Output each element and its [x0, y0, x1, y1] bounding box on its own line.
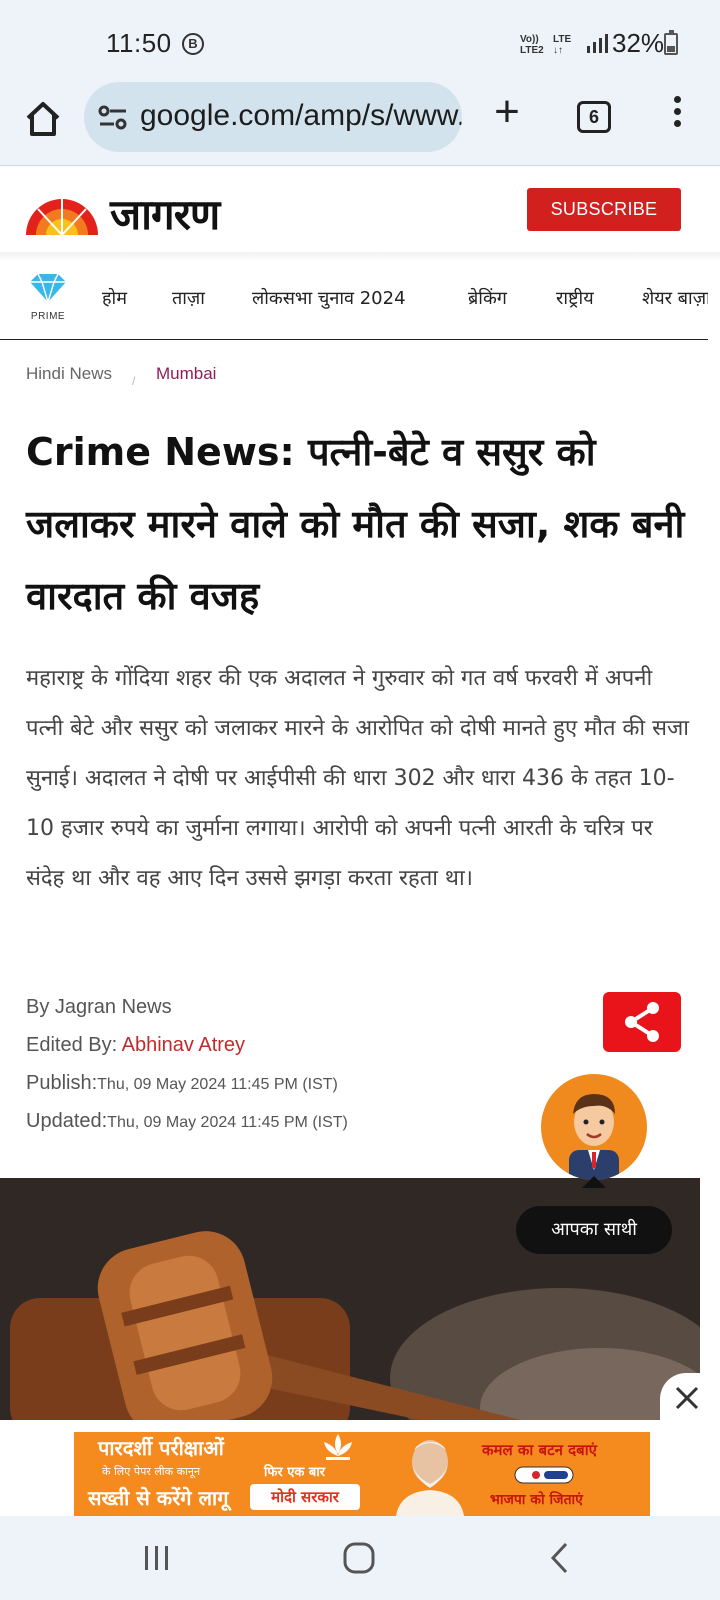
nav-item-elections[interactable]: लोकसभा चुनाव 2024 — [252, 286, 406, 310]
subscribe-button[interactable]: SUBSCRIBE — [527, 188, 681, 231]
publish-label: Publish: — [26, 1072, 98, 1094]
sun-logo-icon — [26, 199, 98, 236]
assistant-avatar[interactable] — [541, 1074, 647, 1180]
assistant-label[interactable]: आपका साथी — [516, 1206, 672, 1254]
nav-item-breaking[interactable]: ब्रेकिंग — [468, 286, 507, 310]
share-button[interactable] — [603, 992, 681, 1052]
ad-right-line1: कमल का बटन दबाएं — [482, 1441, 597, 1459]
article-headline: Crime News: पत्नी-बेटे व ससुर को जलाकर म… — [26, 430, 685, 618]
author-byline[interactable]: By Jagran News — [26, 996, 172, 1019]
assistant-pointer — [582, 1176, 606, 1188]
signal-icon — [587, 34, 608, 53]
prime-label: PRIME — [30, 311, 66, 322]
lte-label: LTE — [553, 34, 572, 45]
editor-name[interactable]: Abhinav Atrey — [122, 1034, 245, 1056]
battery-icon — [664, 30, 678, 55]
leader-portrait-image — [396, 1440, 464, 1516]
site-settings-icon[interactable] — [98, 104, 128, 132]
home-icon[interactable] — [20, 96, 66, 142]
editor-line: Edited By: Abhinav Atrey — [26, 1034, 245, 1057]
url-text[interactable]: google.com/amp/s/www.jagran.com — [140, 99, 462, 133]
more-vert-icon[interactable] — [668, 96, 686, 136]
ad-left-line3: सख्ती से करेंगे लागू — [88, 1486, 229, 1510]
lotus-emblem-icon — [324, 1434, 352, 1460]
ad-mid-line1: फिर एक बार — [264, 1465, 326, 1480]
browser-toolbar: google.com/amp/s/www.jagran.com + 6 — [0, 82, 720, 166]
nav-item-national[interactable]: राष्ट्रीय — [556, 286, 594, 310]
volte-indicator: Vo)) LTE2 — [520, 34, 544, 56]
new-tab-button[interactable]: + — [487, 90, 527, 134]
lte-arrows: ↓↑ — [553, 45, 563, 56]
lte-indicator: LTE ↓↑ — [553, 34, 571, 56]
notification-badge-icon: B — [182, 33, 204, 55]
updated-date: Thu, 09 May 2024 11:45 PM (IST) — [107, 1114, 348, 1131]
breadcrumb-home[interactable]: Hindi News — [26, 364, 112, 384]
ad-banner[interactable]: पारदर्शी परीक्षाओं के लिए पेपर लीक कानून… — [74, 1432, 650, 1516]
ad-close-button[interactable] — [660, 1373, 714, 1423]
site-header: जागरण SUBSCRIBE — [0, 167, 720, 259]
ad-strip: पारदर्शी परीक्षाओं के लिए पेपर लीक कानून… — [0, 1422, 720, 1516]
breadcrumb-city[interactable]: Mumbai — [156, 364, 216, 384]
battery-percent: 32% — [612, 28, 665, 58]
close-icon — [675, 1386, 699, 1410]
breadcrumb-separator: / — [132, 374, 136, 388]
updated-label: Updated: — [26, 1110, 108, 1132]
logo-text: जागरण — [110, 190, 220, 239]
address-bar[interactable]: google.com/amp/s/www.jagran.com — [84, 82, 462, 152]
jagran-logo[interactable]: जागरण — [24, 189, 260, 239]
ad-mid-line2: मोदी सरकार — [250, 1484, 360, 1510]
updated-line: Updated:Thu, 09 May 2024 11:45 PM (IST) — [26, 1110, 348, 1133]
assistant-person-icon — [569, 1094, 619, 1180]
volte-label: Vo)) — [520, 34, 539, 45]
back-icon[interactable] — [548, 1541, 572, 1575]
system-nav-bar — [0, 1516, 720, 1600]
home-nav-icon[interactable] — [342, 1541, 376, 1575]
tabs-button[interactable]: 6 — [577, 101, 611, 133]
category-nav: PRIME होम ताज़ा लोकसभा चुनाव 2024 ब्रेकि… — [0, 260, 708, 340]
status-time: 11:50 — [106, 28, 172, 58]
ad-left-line1: पारदर्शी परीक्षाओं — [98, 1436, 224, 1460]
status-bar: 11:50 B Vo)) LTE2 LTE ↓↑ 32% — [0, 0, 720, 82]
article-summary: महाराष्ट्र के गोंदिया शहर की एक अदालत ने… — [26, 666, 689, 891]
lte2-label: LTE2 — [520, 45, 544, 56]
nav-item-latest[interactable]: ताज़ा — [172, 286, 205, 310]
ad-right-line2: भाजपा को जिताएं — [490, 1492, 583, 1508]
nav-item-share-market[interactable]: शेयर बाज़ार — [642, 286, 708, 310]
ad-left-line2: के लिए पेपर लीक कानून — [102, 1465, 201, 1478]
prime-link[interactable]: PRIME — [26, 272, 70, 322]
recent-apps-icon[interactable] — [142, 1543, 172, 1573]
share-icon — [625, 1002, 659, 1042]
evm-button-icon — [514, 1466, 574, 1484]
nav-item-home[interactable]: होम — [102, 286, 127, 310]
diamond-icon — [30, 273, 66, 305]
edited-by-label: Edited By: — [26, 1034, 122, 1056]
publish-date: Thu, 09 May 2024 11:45 PM (IST) — [97, 1076, 338, 1093]
publish-line: Publish:Thu, 09 May 2024 11:45 PM (IST) — [26, 1072, 338, 1095]
